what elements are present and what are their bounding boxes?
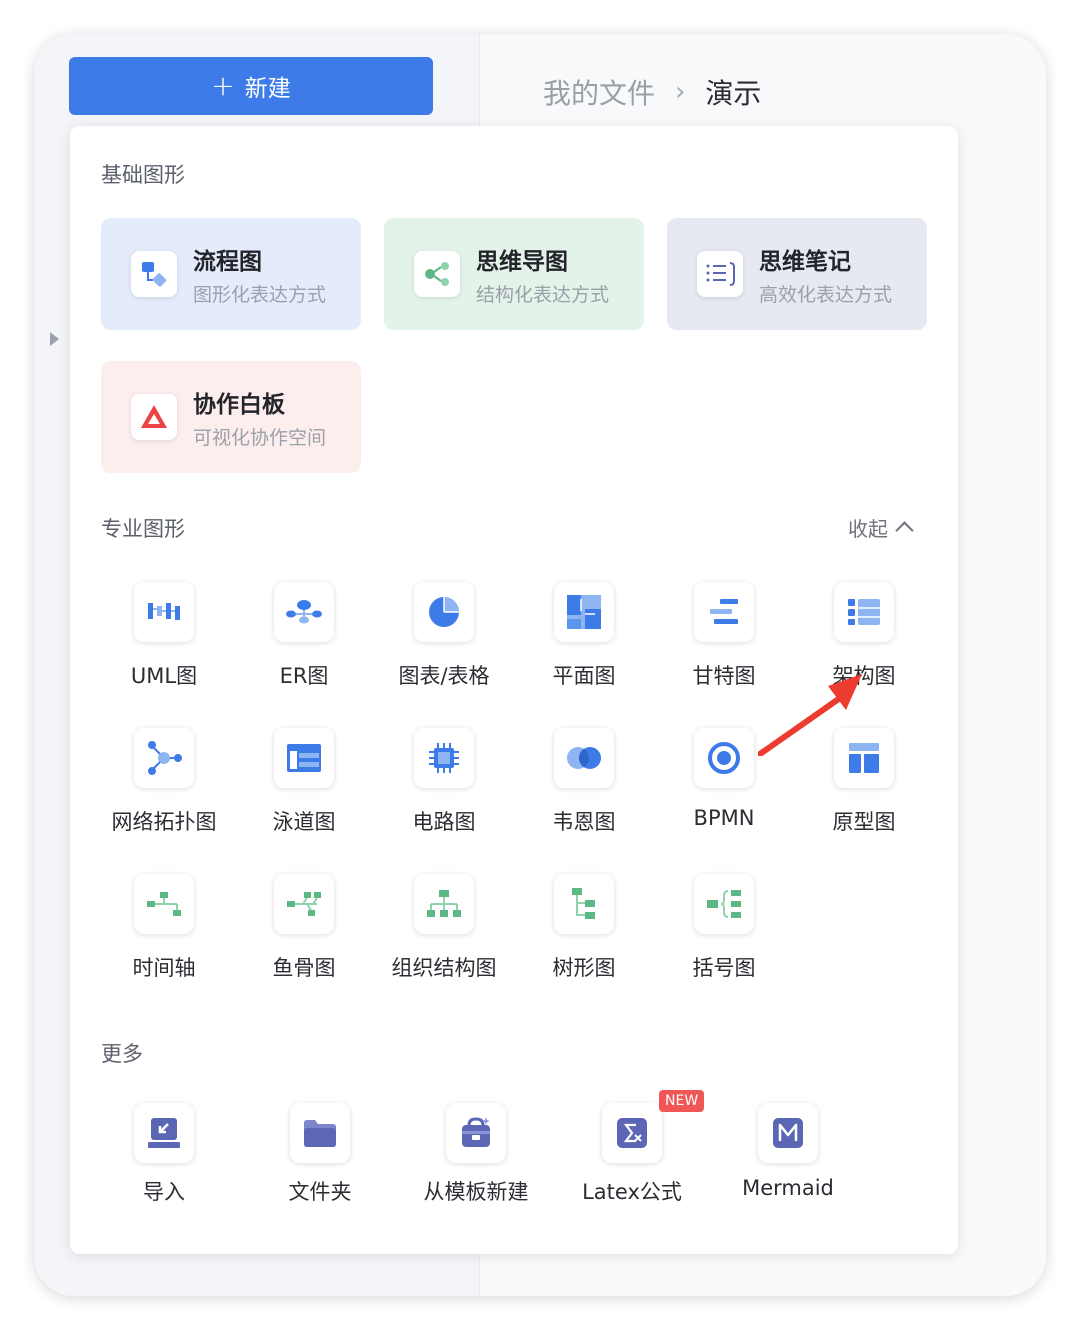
- more-latex[interactable]: Latex公式: [554, 1103, 710, 1213]
- fishbone-icon: [274, 874, 334, 934]
- more-from-template[interactable]: 从模板新建: [398, 1103, 554, 1213]
- org-chart-icon: [414, 874, 474, 934]
- latex-icon: [602, 1103, 662, 1163]
- tool-label: ER图: [279, 664, 329, 688]
- tool-swimlane[interactable]: 泳道图: [234, 728, 374, 848]
- tool-network-topology[interactable]: 网络拓扑图: [94, 728, 234, 848]
- tool-label: 时间轴: [132, 956, 196, 980]
- tool-label: 泳道图: [272, 810, 336, 834]
- tool-er[interactable]: ER图: [234, 582, 374, 702]
- prototype-icon: [834, 728, 894, 788]
- more-mermaid[interactable]: Mermaid: [710, 1103, 866, 1213]
- tool-label: UML图: [130, 664, 198, 688]
- tool-bracket[interactable]: 括号图: [654, 874, 794, 994]
- card-subtitle: 可视化协作空间: [193, 427, 327, 449]
- breadcrumb-my-files[interactable]: 我的文件: [543, 72, 655, 112]
- tree-icon: [554, 874, 614, 934]
- expand-sidebar-icon[interactable]: [50, 332, 59, 346]
- card-title: 协作白板: [193, 392, 285, 418]
- card-title: 流程图: [193, 249, 262, 275]
- tool-org-chart[interactable]: 组织结构图: [374, 874, 514, 994]
- tool-tree[interactable]: 树形图: [514, 874, 654, 994]
- import-icon: [134, 1103, 194, 1163]
- mindmap-icon: [414, 251, 460, 297]
- new-badge: NEW: [659, 1090, 705, 1112]
- tool-label: 平面图: [552, 664, 616, 688]
- tool-label: 树形图: [552, 956, 616, 980]
- tool-label: 鱼骨图: [272, 956, 336, 980]
- whiteboard-icon: [131, 394, 177, 440]
- tool-gantt[interactable]: 甘特图: [654, 582, 794, 702]
- section-title-pro: 专业图形: [101, 517, 185, 541]
- section-title-basic: 基础图形: [101, 163, 185, 187]
- tool-label: 导入: [143, 1180, 185, 1204]
- card-subtitle: 图形化表达方式: [193, 284, 327, 306]
- card-mindmap[interactable]: 思维导图 结构化表达方式: [384, 218, 644, 330]
- breadcrumb-current: 演示: [705, 77, 762, 110]
- tool-label: 甘特图: [692, 664, 756, 688]
- architecture-icon: [834, 582, 894, 642]
- tool-label: 图表/表格: [398, 664, 490, 688]
- collapse-button[interactable]: 收起: [848, 513, 914, 542]
- network-topology-icon: [134, 728, 194, 788]
- chart-table-icon: [414, 582, 474, 642]
- tool-label: Mermaid: [742, 1176, 834, 1200]
- tool-circuit[interactable]: 电路图: [374, 728, 514, 848]
- card-notes[interactable]: 思维笔记 高效化表达方式: [667, 218, 927, 330]
- tool-uml[interactable]: UML图: [94, 582, 234, 702]
- tool-label: Latex公式: [582, 1180, 682, 1204]
- tool-label: 括号图: [692, 956, 756, 980]
- tool-architecture[interactable]: 架构图: [794, 582, 934, 702]
- swimlane-icon: [274, 728, 334, 788]
- tool-floorplan[interactable]: 平面图: [514, 582, 654, 702]
- card-flowchart[interactable]: 流程图 图形化表达方式: [101, 218, 361, 330]
- app-window: + 新建 我的文件 › 演示 基础图形 流程图 图形化表达方式 思维导图 结构化…: [34, 34, 1046, 1296]
- venn-icon: [554, 728, 614, 788]
- card-title: 思维导图: [476, 249, 568, 275]
- tool-label: 文件夹: [288, 1180, 352, 1204]
- flowchart-icon: [131, 251, 177, 297]
- template-icon: [446, 1103, 506, 1163]
- tool-label: 组织结构图: [391, 956, 497, 980]
- tool-label: 网络拓扑图: [111, 810, 217, 834]
- tool-label: 从模板新建: [423, 1180, 529, 1204]
- timeline-icon: [134, 874, 194, 934]
- gantt-icon: [694, 582, 754, 642]
- breadcrumb: 我的文件 › 演示: [543, 72, 761, 112]
- tool-chart-table[interactable]: 图表/表格: [374, 582, 514, 702]
- bpmn-icon: [694, 728, 754, 788]
- tool-prototype[interactable]: 原型图: [794, 728, 934, 848]
- floorplan-icon: [554, 582, 614, 642]
- plus-icon: +: [211, 69, 235, 102]
- er-icon: [274, 582, 334, 642]
- mermaid-icon: [758, 1103, 818, 1163]
- section-title-more: 更多: [101, 1042, 143, 1066]
- more-import[interactable]: 导入: [86, 1103, 242, 1213]
- card-title: 思维笔记: [759, 249, 851, 275]
- folder-icon: [290, 1103, 350, 1163]
- new-button-label: 新建: [244, 76, 291, 102]
- chevron-right-icon: ›: [675, 77, 686, 107]
- card-whiteboard[interactable]: 协作白板 可视化协作空间: [101, 361, 361, 473]
- new-button[interactable]: + 新建: [69, 57, 433, 115]
- tool-label: BPMN: [693, 806, 755, 830]
- card-subtitle: 高效化表达方式: [759, 284, 893, 306]
- notes-icon: [697, 251, 743, 297]
- tool-bpmn[interactable]: BPMN: [654, 728, 794, 848]
- tool-label: 韦恩图: [552, 810, 616, 834]
- chevron-up-icon: [895, 521, 914, 540]
- circuit-icon: [414, 728, 474, 788]
- bracket-icon: [694, 874, 754, 934]
- tool-venn[interactable]: 韦恩图: [514, 728, 654, 848]
- card-subtitle: 结构化表达方式: [476, 284, 610, 306]
- tool-label: 电路图: [412, 810, 476, 834]
- tool-label: 原型图: [832, 810, 896, 834]
- tool-fishbone[interactable]: 鱼骨图: [234, 874, 374, 994]
- tool-timeline[interactable]: 时间轴: [94, 874, 234, 994]
- uml-icon: [134, 582, 194, 642]
- new-menu-panel: 基础图形 流程图 图形化表达方式 思维导图 结构化表达方式 思维笔记 高效化表达…: [70, 126, 958, 1254]
- collapse-label: 收起: [848, 517, 888, 541]
- tool-label: 架构图: [832, 664, 896, 688]
- more-folder[interactable]: 文件夹: [242, 1103, 398, 1213]
